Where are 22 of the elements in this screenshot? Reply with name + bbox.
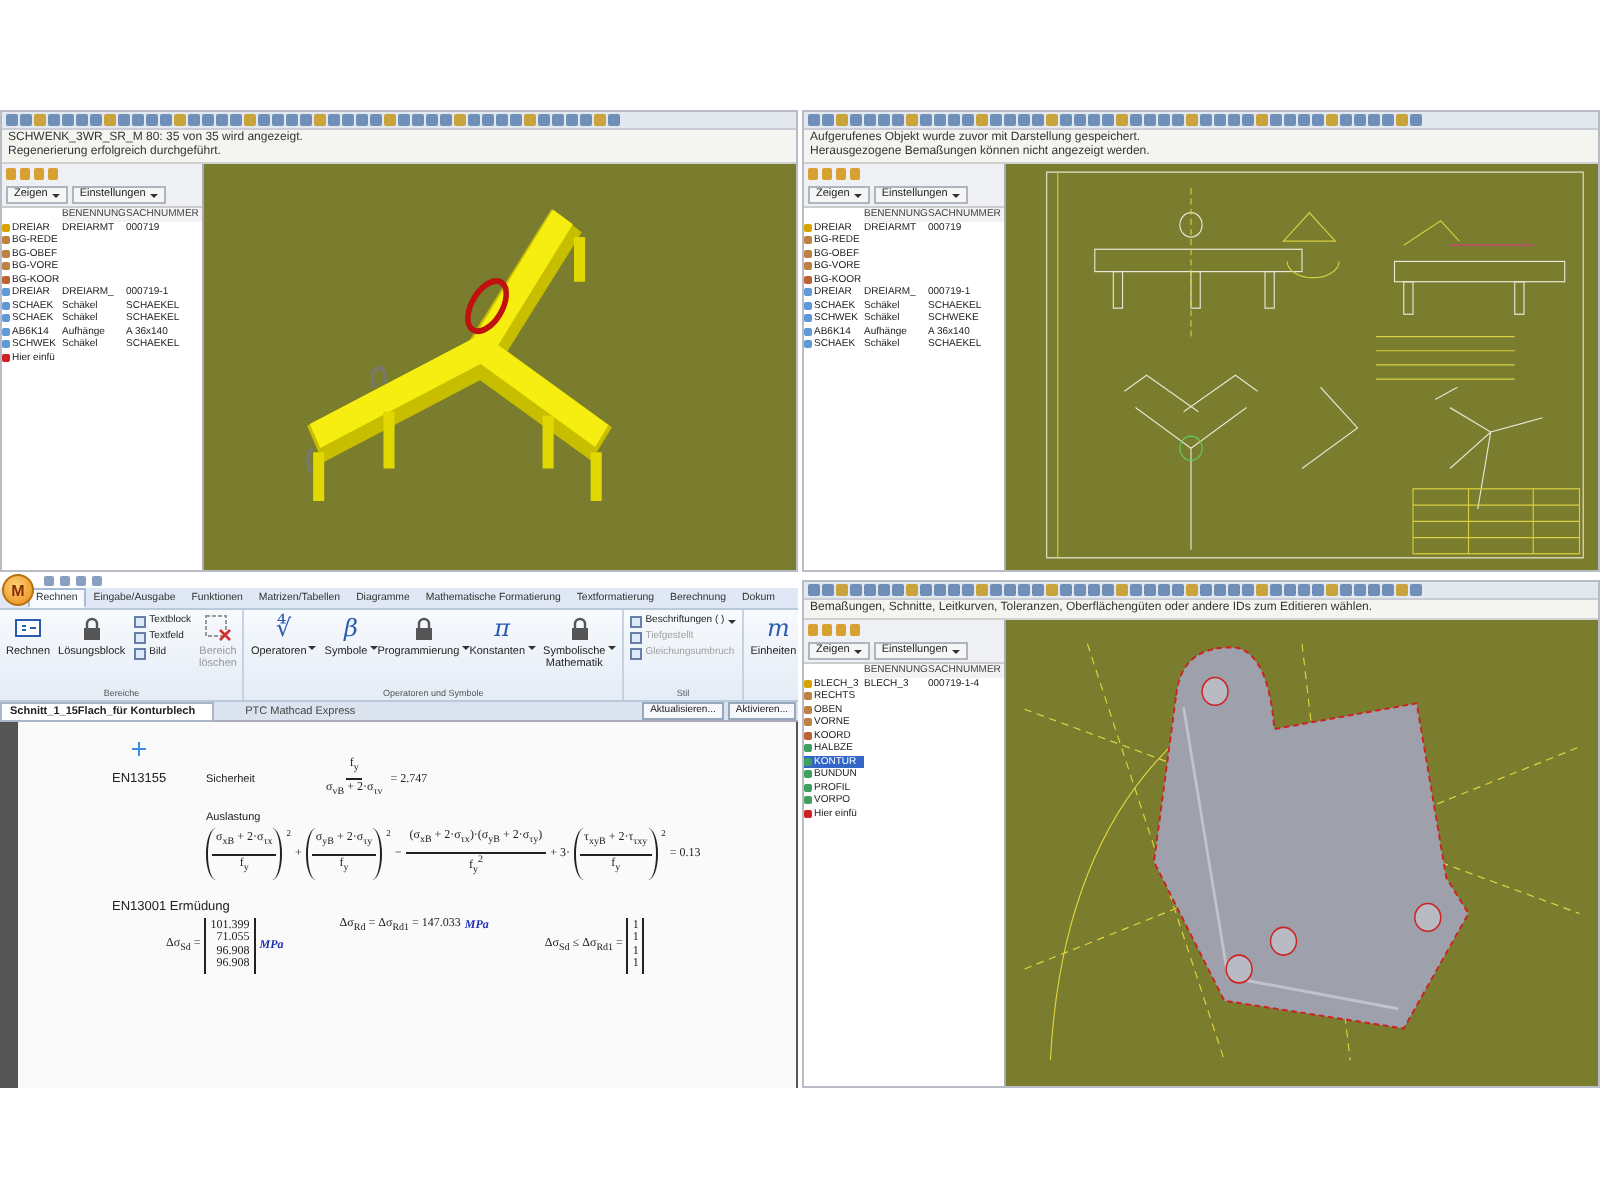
graphics-viewport[interactable] <box>204 164 796 570</box>
ribbon-glyph-icon: m <box>766 614 790 642</box>
caret-icon <box>951 649 960 653</box>
caret-icon <box>369 646 378 650</box>
caret-icon <box>607 646 616 650</box>
caret-icon <box>728 619 737 623</box>
delete-region-icon <box>203 614 232 642</box>
caret-icon <box>308 646 317 650</box>
caret-icon <box>149 193 158 197</box>
calculator-icon <box>14 614 43 642</box>
caret-icon <box>461 646 470 650</box>
ribbon-glyph-icon: ∜ <box>276 614 292 642</box>
ribbon-glyph-icon: β <box>344 614 358 642</box>
graphics-viewport[interactable] <box>1006 620 1598 1086</box>
ribbon-glyph-icon: π <box>494 614 511 642</box>
crosshair-cursor-icon <box>132 742 146 756</box>
caret-icon <box>51 193 60 197</box>
caret-icon <box>527 646 536 650</box>
app-logo[interactable]: M <box>2 574 34 606</box>
caret-icon <box>951 193 960 197</box>
caret-icon <box>853 649 862 653</box>
caret-icon <box>853 193 862 197</box>
